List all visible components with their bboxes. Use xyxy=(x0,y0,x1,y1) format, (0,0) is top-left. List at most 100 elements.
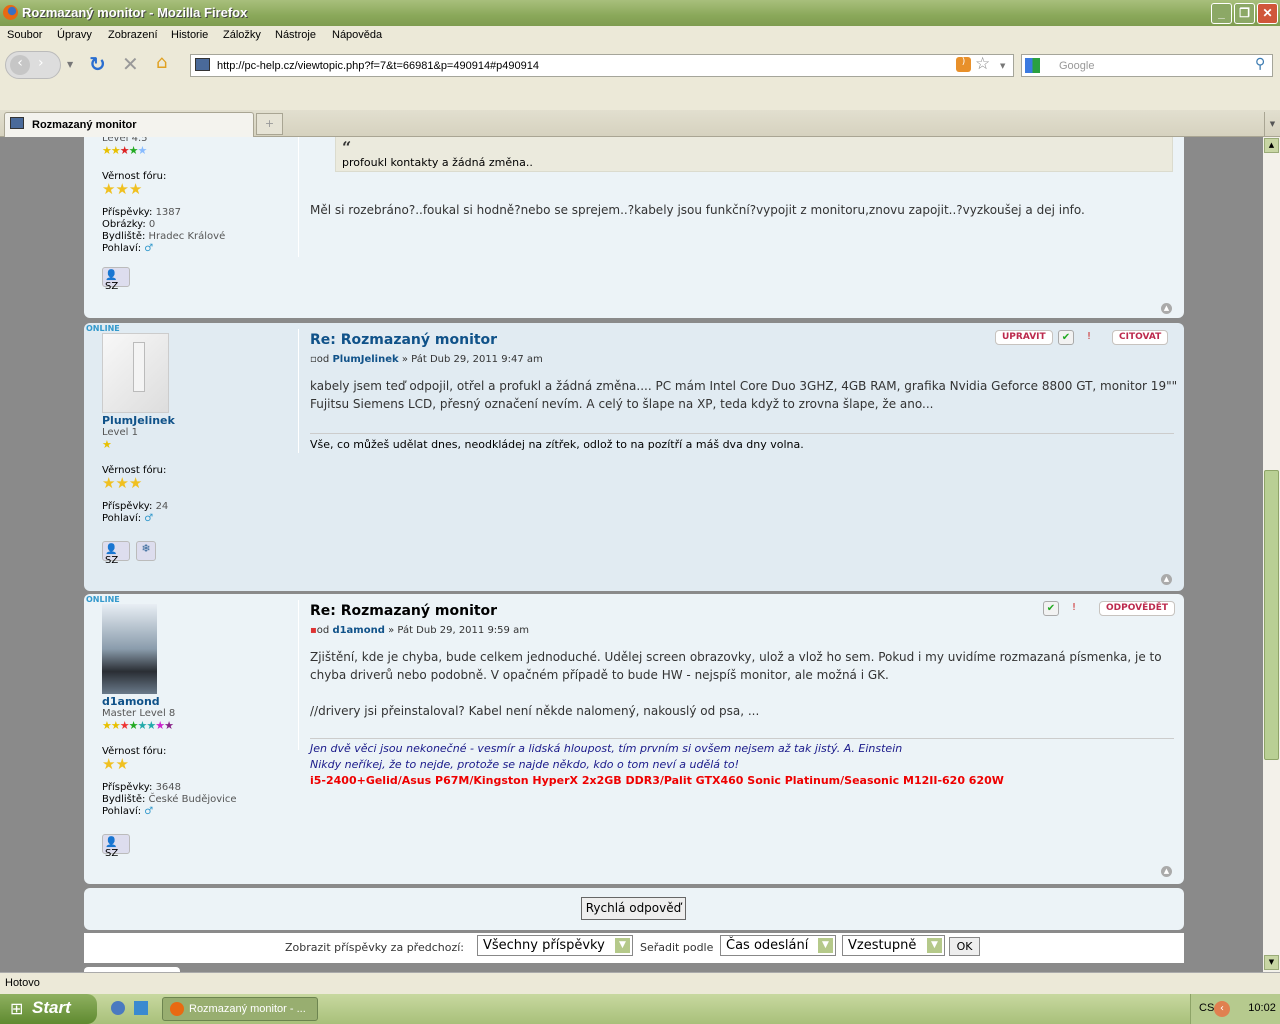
icq-icon[interactable]: ❄ xyxy=(136,541,156,561)
tray-expand-icon[interactable]: ‹ xyxy=(1214,1001,1230,1017)
rss-icon[interactable]: ) xyxy=(956,57,971,72)
location-label: Bydliště: xyxy=(102,794,146,805)
language-indicator[interactable]: CS xyxy=(1199,1002,1214,1014)
user-level: Level 1 xyxy=(102,427,138,438)
menu-zalozky[interactable]: Záložky xyxy=(223,29,261,41)
stop-icon[interactable]: ✕ xyxy=(122,52,139,76)
report-icon[interactable]: ! xyxy=(1066,601,1082,616)
history-dropdown-icon[interactable]: ▼ xyxy=(67,60,73,69)
vertical-scrollbar[interactable]: ▲ ▼ xyxy=(1263,137,1280,972)
by-label: od xyxy=(316,354,330,365)
home-icon[interactable]: ⌂ xyxy=(156,52,167,73)
menu-upravy[interactable]: Úpravy xyxy=(57,29,92,41)
reload-icon[interactable]: ↻ xyxy=(89,52,106,76)
back-to-top-icon[interactable]: ▲ xyxy=(1161,303,1172,314)
quick-reply-label: Rychlá odpověď xyxy=(585,901,682,915)
windows-logo-icon: ⊞ xyxy=(10,999,24,1018)
menu-nastroje[interactable]: Nástroje xyxy=(275,29,316,41)
url-dropdown-icon[interactable]: ▼ xyxy=(1000,62,1005,70)
search-input[interactable]: Google xyxy=(1021,54,1273,77)
sort-by-value: Čas odeslání xyxy=(726,938,809,953)
quick-reply-panel: Rychlá odpověď xyxy=(84,888,1184,930)
pm-button[interactable]: 👤SZ xyxy=(102,541,130,566)
quote-button[interactable]: CITOVAT xyxy=(1112,330,1169,345)
author-link[interactable]: PlumJelinek xyxy=(332,354,398,365)
sort-by-label: Seřadit podle xyxy=(640,941,714,954)
forward-icon[interactable]: › xyxy=(38,55,44,71)
location: České Budějovice xyxy=(148,794,237,805)
post-title[interactable]: Re: Rozmazaný monitor xyxy=(310,603,497,619)
quote-text: profoukl kontakty a žádná změna.. xyxy=(342,156,533,169)
quicklaunch-media-icon[interactable] xyxy=(111,1001,125,1015)
menu-napoveda[interactable]: Nápověda xyxy=(332,29,382,41)
sort-by-select[interactable]: Čas odeslání ▼ xyxy=(720,935,836,956)
firefox-icon xyxy=(3,5,18,20)
google-engine-icon[interactable] xyxy=(1025,58,1040,73)
quote-label: CITOVAT xyxy=(1119,332,1162,342)
tab-list-button[interactable]: ▼ xyxy=(1264,112,1280,136)
reply-button[interactable]: ODPOVĚDĚT xyxy=(1099,601,1175,616)
post-date: » Pát Dub 29, 2011 9:59 am xyxy=(388,625,529,636)
chevron-down-icon: ▼ xyxy=(615,938,630,953)
task-label: Rozmazaný monitor - ... xyxy=(189,1003,306,1015)
posts-label: Příspěvky: xyxy=(102,501,153,512)
title-bar: Rozmazaný monitor - Mozilla Firefox xyxy=(0,0,1280,26)
user-icon: 👤 xyxy=(105,544,118,555)
minimize-button[interactable]: _ xyxy=(1211,3,1232,24)
quick-reply-button[interactable]: Rychlá odpověď xyxy=(581,897,686,920)
scroll-up-button[interactable]: ▲ xyxy=(1264,138,1279,153)
online-badge: ONLINE xyxy=(86,324,120,333)
pm-label: SZ xyxy=(105,555,119,566)
quicklaunch-ie-icon[interactable] xyxy=(134,1001,148,1015)
order-value: Vzestupně xyxy=(848,938,917,953)
report-icon[interactable]: ! xyxy=(1081,330,1097,345)
loyalty-stars: ★★★ xyxy=(102,474,143,492)
username[interactable]: PlumJelinek xyxy=(102,415,175,427)
signature-line-2: Nikdy neříkej, že to nejde, protože se n… xyxy=(310,758,739,771)
taskbar-firefox-window[interactable]: Rozmazaný monitor - ... xyxy=(162,997,318,1021)
back-to-top-icon[interactable]: ▲ xyxy=(1161,574,1172,585)
images-count: 0 xyxy=(148,219,156,230)
close-button[interactable]: ✕ xyxy=(1257,3,1278,24)
scroll-down-button[interactable]: ▼ xyxy=(1264,955,1279,970)
restore-button[interactable]: ❐ xyxy=(1234,3,1255,24)
posts-count: 3648 xyxy=(155,782,182,793)
url-bar[interactable]: http://pc-help.cz/viewtopic.php?f=7&t=66… xyxy=(190,54,1014,77)
new-tab-button[interactable]: + xyxy=(256,113,283,135)
bookmark-star-icon[interactable]: ☆ xyxy=(975,54,990,74)
pm-button[interactable]: 👤SZ xyxy=(102,834,130,859)
menu-zobrazeni[interactable]: Zobrazení xyxy=(108,29,158,41)
posts-label: Příspěvky: xyxy=(102,782,153,793)
pm-button[interactable]: 👤SZ xyxy=(102,267,130,292)
back-to-top-icon[interactable]: ▲ xyxy=(1161,866,1172,877)
quote-block: “ profoukl kontakty a žádná změna.. xyxy=(335,137,1173,172)
approve-icon[interactable]: ✔ xyxy=(1058,330,1074,345)
show-posts-select[interactable]: Všechny příspěvky ▼ xyxy=(477,935,633,956)
clock: 10:02 xyxy=(1248,1002,1276,1014)
search-magnifier-icon[interactable]: ⚲ xyxy=(1255,56,1265,72)
signature: Vše, co můžeš udělat dnes, neodkládej na… xyxy=(310,433,1174,453)
rank-stars: ★ xyxy=(102,438,112,451)
order-select[interactable]: Vzestupně ▼ xyxy=(842,935,945,956)
ok-button[interactable]: OK xyxy=(949,937,980,956)
by-label: od xyxy=(316,625,330,636)
loyalty-stars: ★★★ xyxy=(102,180,143,198)
menu-soubor[interactable]: Soubor xyxy=(7,29,42,41)
post-meta: ▫od PlumJelinek » Pát Dub 29, 2011 9:47 … xyxy=(310,354,543,365)
back-icon[interactable]: ‹ xyxy=(10,55,30,75)
status-text: Hotovo xyxy=(5,977,40,989)
username[interactable]: d1amond xyxy=(102,696,237,708)
pm-label: SZ xyxy=(105,281,119,292)
approve-icon[interactable]: ✔ xyxy=(1043,601,1059,616)
taskbar-firefox-icon xyxy=(170,1002,184,1016)
tab-rozmazany-monitor[interactable]: Rozmazaný monitor xyxy=(4,112,254,137)
back-forward-buttons[interactable]: ‹ › xyxy=(5,51,61,79)
rank-stars: ★★★★★ xyxy=(102,144,147,157)
menu-historie[interactable]: Historie xyxy=(171,29,208,41)
scroll-thumb[interactable] xyxy=(1264,470,1279,760)
ok-label: OK xyxy=(956,940,973,953)
page-content: Level 4.5 ★★★★★ Věrnost fóru: ★★★ Příspě… xyxy=(0,137,1263,972)
author-link[interactable]: d1amond xyxy=(332,625,384,636)
edit-button[interactable]: UPRAVIT xyxy=(995,330,1053,345)
post-title[interactable]: Re: Rozmazaný monitor xyxy=(310,332,497,348)
